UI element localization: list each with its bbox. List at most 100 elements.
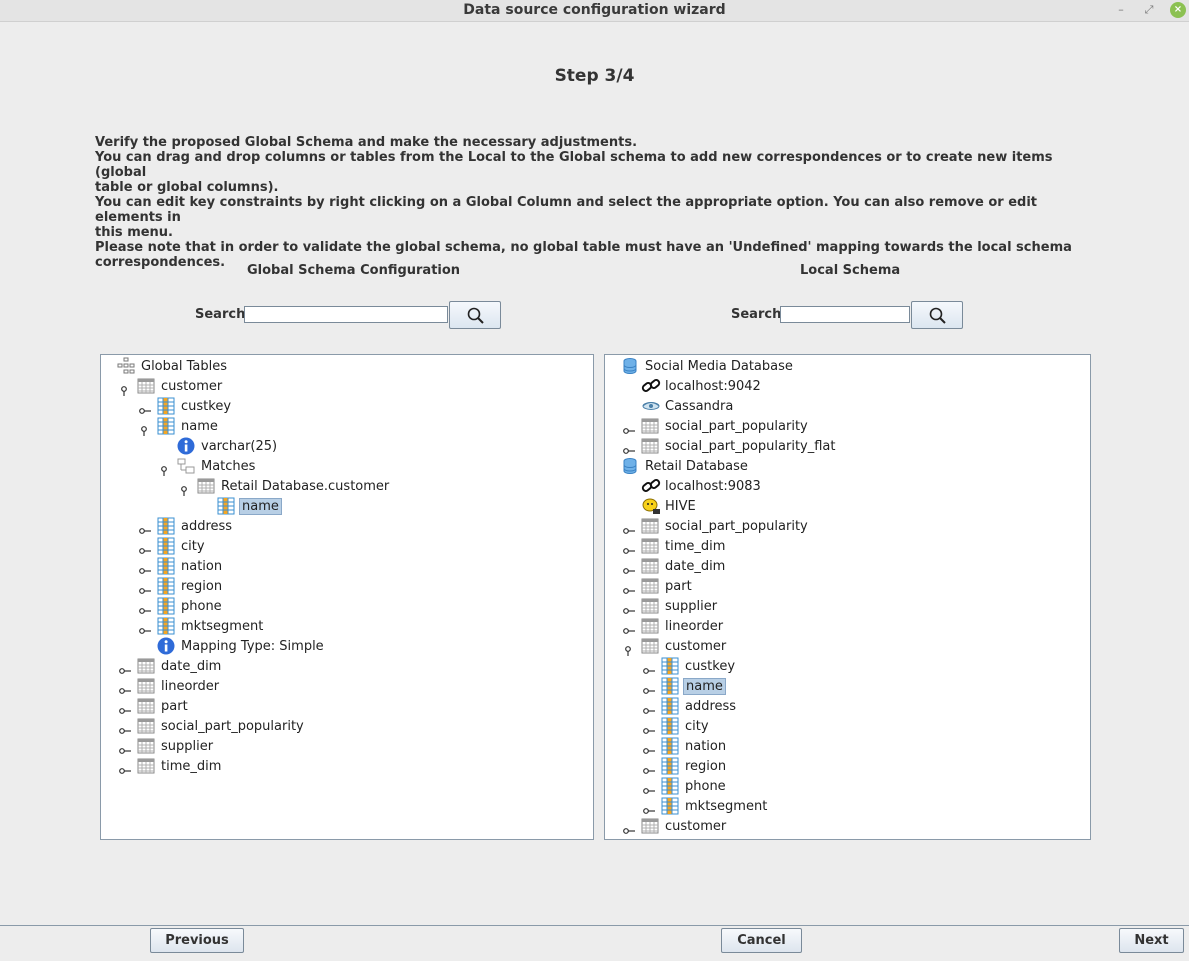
tree-node-label: phone	[181, 598, 222, 614]
tree-node[interactable]: name	[157, 416, 220, 436]
collapse-handle-icon[interactable]	[139, 421, 153, 436]
tree-node[interactable]: lineorder	[641, 616, 725, 636]
expand-handle-icon[interactable]	[139, 621, 153, 634]
expand-handle-icon[interactable]	[623, 561, 637, 574]
tree-node[interactable]: Matches	[177, 456, 257, 476]
tree-node[interactable]: name	[661, 676, 726, 696]
tree-node[interactable]: supplier	[137, 736, 215, 756]
tree-node-label: phone	[685, 778, 726, 794]
collapse-handle-icon[interactable]	[179, 481, 193, 496]
cancel-button[interactable]: Cancel	[721, 928, 802, 953]
tree-node[interactable]: mktsegment	[661, 796, 769, 816]
tree-node[interactable]: city	[661, 716, 711, 736]
expand-handle-icon[interactable]	[643, 781, 657, 794]
tree-node[interactable]: custkey	[157, 396, 233, 416]
global-search-button[interactable]	[449, 301, 501, 329]
tree-node[interactable]: supplier	[641, 596, 719, 616]
local-search-input[interactable]	[780, 306, 910, 323]
tree-node-label: social_part_popularity	[665, 418, 808, 434]
tree-node[interactable]: social_part_popularity	[641, 416, 810, 436]
tree-node-label: nation	[685, 738, 727, 754]
collapse-handle-icon[interactable]	[623, 641, 637, 656]
expand-handle-icon[interactable]	[623, 581, 637, 594]
expand-handle-icon[interactable]	[119, 721, 133, 734]
tree-node[interactable]: varchar(25)	[177, 436, 279, 456]
minimize-icon[interactable]: –	[1113, 2, 1129, 18]
expand-handle-icon[interactable]	[643, 801, 657, 814]
tree-node[interactable]: Mapping Type: Simple	[157, 636, 326, 656]
expand-handle-icon[interactable]	[119, 681, 133, 694]
expand-handle-icon[interactable]	[643, 661, 657, 674]
collapse-handle-icon[interactable]	[119, 381, 133, 396]
tree-node[interactable]: phone	[661, 776, 728, 796]
tree-node[interactable]: HIVE	[641, 496, 698, 516]
expand-handle-icon[interactable]	[139, 581, 153, 594]
expand-handle-icon[interactable]	[139, 521, 153, 534]
tree-node[interactable]: social_part_popularity_flat	[641, 436, 838, 456]
expand-handle-icon[interactable]	[139, 601, 153, 614]
tree-node[interactable]: address	[157, 516, 234, 536]
expand-handle-icon[interactable]	[643, 681, 657, 694]
expand-handle-icon[interactable]	[623, 621, 637, 634]
column-icon	[661, 797, 679, 815]
tree-node[interactable]: social_part_popularity	[137, 716, 306, 736]
next-button[interactable]: Next	[1119, 928, 1184, 953]
tree-node[interactable]: localhost:9083	[641, 476, 763, 496]
expand-handle-icon[interactable]	[623, 521, 637, 534]
expand-handle-icon[interactable]	[139, 561, 153, 574]
tree-node[interactable]: customer	[641, 636, 728, 656]
tree-node[interactable]: customer	[137, 376, 224, 396]
tree-node[interactable]: Retail Database.customer	[197, 476, 391, 496]
tree-node[interactable]: nation	[661, 736, 728, 756]
tree-node[interactable]: nation	[157, 556, 224, 576]
expand-handle-icon[interactable]	[623, 601, 637, 614]
expand-handle-icon[interactable]	[119, 741, 133, 754]
tree-node[interactable]: localhost:9042	[641, 376, 763, 396]
global-search-input[interactable]	[244, 306, 448, 323]
tree-node[interactable]: Retail Database	[621, 456, 750, 476]
tree-node[interactable]: custkey	[661, 656, 737, 676]
tree-node[interactable]: address	[661, 696, 738, 716]
expand-handle-icon[interactable]	[623, 421, 637, 434]
restore-icon[interactable]: ⤢	[1141, 2, 1157, 18]
tree-node[interactable]: time_dim	[641, 536, 727, 556]
table-icon	[641, 417, 659, 435]
local-schema-tree[interactable]: Social Media Database localhost:9042 Cassa…	[604, 354, 1091, 840]
title-bar: Data source configuration wizard – ⤢ ×	[0, 0, 1189, 22]
tree-node[interactable]: date_dim	[641, 556, 727, 576]
expand-handle-icon[interactable]	[643, 721, 657, 734]
tree-node[interactable]: social_part_popularity	[641, 516, 810, 536]
tree-node[interactable]: date_dim	[137, 656, 223, 676]
expand-handle-icon[interactable]	[643, 741, 657, 754]
expand-handle-icon[interactable]	[643, 761, 657, 774]
tree-node[interactable]: Global Tables	[117, 356, 229, 376]
tree-node[interactable]: lineorder	[137, 676, 221, 696]
tree-node[interactable]: mktsegment	[157, 616, 265, 636]
tree-node[interactable]: Social Media Database	[621, 356, 795, 376]
tree-node[interactable]: region	[661, 756, 728, 776]
previous-button[interactable]: Previous	[150, 928, 244, 953]
tree-node[interactable]: name	[217, 496, 282, 516]
expand-handle-icon[interactable]	[119, 701, 133, 714]
expand-handle-icon[interactable]	[119, 661, 133, 674]
close-icon[interactable]: ×	[1170, 2, 1186, 18]
expand-handle-icon[interactable]	[139, 401, 153, 414]
tree-node[interactable]: Cassandra	[641, 396, 735, 416]
tree-node[interactable]: part	[137, 696, 190, 716]
tree-node[interactable]: time_dim	[137, 756, 223, 776]
expand-handle-icon[interactable]	[139, 541, 153, 554]
tree-node[interactable]: region	[157, 576, 224, 596]
expand-handle-icon[interactable]	[623, 821, 637, 834]
tree-node[interactable]: customer	[641, 816, 728, 836]
collapse-handle-icon[interactable]	[159, 461, 173, 476]
expand-handle-icon[interactable]	[623, 441, 637, 454]
tree-node[interactable]: phone	[157, 596, 224, 616]
expand-handle-icon[interactable]	[623, 541, 637, 554]
local-search-button[interactable]	[911, 301, 963, 329]
tree-node[interactable]: city	[157, 536, 207, 556]
instruction-line: this menu.	[95, 225, 173, 240]
tree-node[interactable]: part	[641, 576, 694, 596]
expand-handle-icon[interactable]	[643, 701, 657, 714]
global-schema-tree[interactable]: Global Tables customer custkey name varchar(…	[100, 354, 594, 840]
expand-handle-icon[interactable]	[119, 761, 133, 774]
